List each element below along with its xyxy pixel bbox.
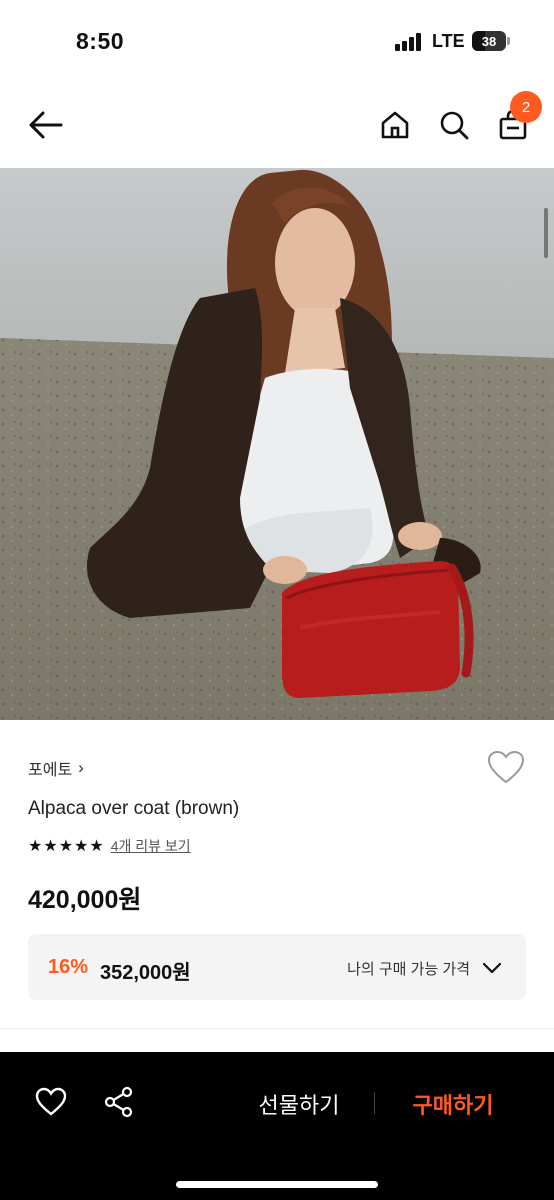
original-price: 420,000원 [28,886,142,914]
back-button[interactable] [24,103,68,147]
heart-outline-icon [487,750,525,784]
discount-price: 352,000원 [100,962,191,984]
battery-icon: 38 [472,31,506,51]
status-bar: 8:50 LTE 38 [0,0,554,84]
arrow-left-icon [29,111,63,139]
wishlist-bottom-button[interactable] [29,1080,73,1124]
share-button[interactable] [97,1080,141,1124]
brand-name: 포에토 [28,762,73,779]
search-button[interactable] [432,103,476,147]
bottom-bar-separator [374,1092,375,1114]
home-button[interactable] [373,103,417,147]
battery-cap [507,37,510,45]
share-icon [104,1086,133,1118]
network-type: LTE [432,31,465,51]
heart-icon [35,1087,67,1116]
discount-price-toggle[interactable]: 16% 352,000원 나의 구매 가능 가격 [28,934,526,1000]
scroll-indicator [544,208,548,258]
brand-link[interactable]: 포에토 › [28,756,84,780]
home-icon [381,111,409,139]
cart-count-badge: 2 [510,91,542,123]
rating-row: ★★★★★ 4개 리뷰 보기 [28,836,191,856]
review-link[interactable]: 4개 리뷰 보기 [111,836,191,856]
product-photo [0,168,554,720]
cellular-signal-icon [395,33,423,51]
home-indicator[interactable] [176,1181,378,1188]
chevron-right-icon: › [78,758,84,777]
navigation-bar [0,84,554,168]
chevron-down-icon [482,962,502,974]
status-time: 8:50 [76,28,125,54]
gift-button[interactable]: 선물하기 [244,1088,354,1118]
battery-level: 38 [481,33,497,49]
discount-label: 나의 구매 가능 가격 [347,961,470,978]
divider [0,1028,554,1029]
bottom-action-bar: 선물하기 구매하기 [0,1052,554,1200]
discount-rate: 16% [48,956,89,978]
product-name: Alpaca over coat (brown) [28,798,240,819]
star-rating: ★★★★★ [28,838,105,855]
product-image[interactable] [0,168,554,720]
search-icon [440,111,469,140]
wishlist-button[interactable] [486,748,526,788]
buy-button[interactable]: 구매하기 [398,1088,508,1118]
